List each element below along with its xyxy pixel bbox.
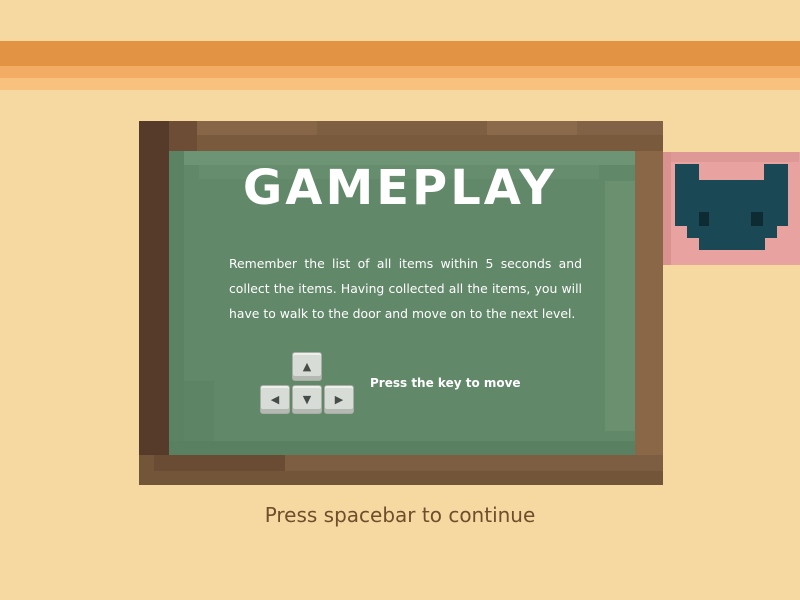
header-stripe-light <box>0 78 800 90</box>
header-stripe-mid <box>0 66 800 78</box>
header-stripe-dark <box>0 41 800 66</box>
instructions-text: Remember the list of all items within 5 … <box>229 256 582 321</box>
left-arrow-key-icon: ◀ <box>260 385 290 414</box>
gameplay-title: GAMEPLAY <box>242 160 558 216</box>
down-arrow-key-icon: ▼ <box>292 385 322 414</box>
right-arrow-key-icon: ▶ <box>324 385 354 414</box>
up-arrow-key-icon: ▲ <box>292 352 322 381</box>
continue-prompt[interactable]: Press spacebar to continue <box>0 503 800 527</box>
move-hint-text: Press the key to move <box>370 376 521 390</box>
arrow-keys-icon: ▲ ◀ ▼ ▶ <box>260 352 355 416</box>
